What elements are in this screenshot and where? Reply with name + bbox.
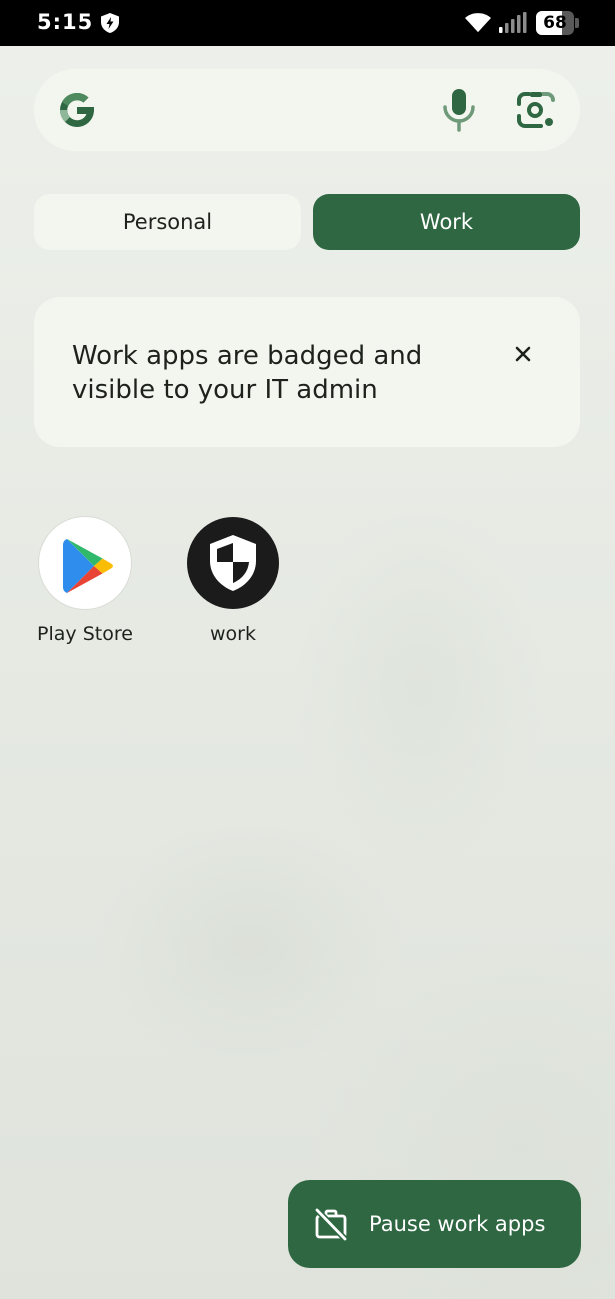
status-time: 5:15 <box>37 10 94 34</box>
battery-tip <box>575 18 579 28</box>
work-shield-icon[interactable] <box>187 517 279 609</box>
microphone-icon[interactable] <box>441 87 477 133</box>
play-store-icon[interactable] <box>39 517 131 609</box>
google-g-logo <box>60 93 94 127</box>
wifi-icon <box>465 13 491 32</box>
app-label-work: work <box>210 623 256 645</box>
tab-work[interactable]: Work <box>313 194 580 250</box>
battery-body: 68 <box>536 11 574 35</box>
app-play-store[interactable]: Play Store <box>20 517 150 657</box>
search-bar[interactable] <box>34 69 580 151</box>
pause-work-apps-label: Pause work apps <box>369 1212 546 1236</box>
play-store-logo <box>63 539 113 593</box>
cell-signal-icon <box>499 12 527 33</box>
shield-bolt-icon <box>101 13 119 33</box>
work-apps-info-card: Work apps are badged and visible to your… <box>34 297 580 447</box>
battery-icon: 68 <box>536 11 580 35</box>
work-off-icon <box>314 1207 348 1241</box>
app-label-play-store: Play Store <box>37 623 133 645</box>
work-shield-logo <box>210 535 256 591</box>
tab-personal[interactable]: Personal <box>34 194 301 250</box>
app-work[interactable]: work <box>168 517 298 657</box>
pause-work-apps-button[interactable]: Pause work apps <box>288 1180 581 1268</box>
status-bar: 5:15 68 <box>0 0 615 46</box>
google-lens-icon[interactable] <box>515 90 557 130</box>
battery-level: 68 <box>543 13 567 33</box>
close-icon[interactable] <box>510 341 536 367</box>
info-card-text: Work apps are badged and visible to your… <box>72 341 423 405</box>
